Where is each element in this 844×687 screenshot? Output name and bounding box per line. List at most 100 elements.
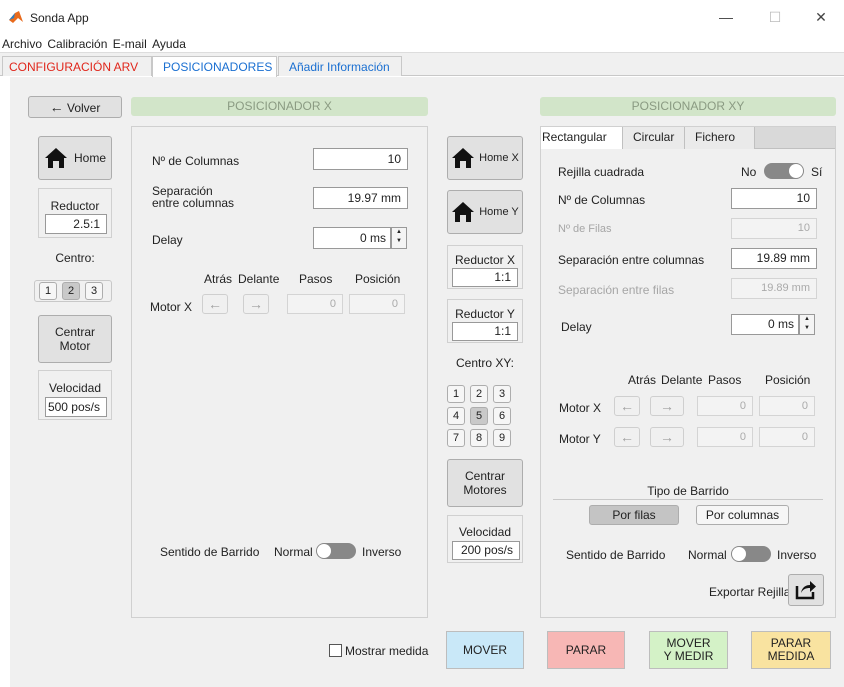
centro-xy-5-button[interactable]: 5 <box>470 407 488 425</box>
home-x-button[interactable]: Home X <box>447 136 523 180</box>
subtab-rectangular[interactable]: Rectangular <box>541 127 623 149</box>
reductor-y-input[interactable]: 1:1 <box>452 322 518 341</box>
home-icon <box>452 148 475 168</box>
mostrar-medida-checkbox[interactable] <box>329 644 342 657</box>
columnas-label: Nº de Columnas <box>152 154 240 168</box>
home-icon <box>44 148 67 168</box>
mover-button[interactable]: MOVER <box>446 631 524 669</box>
rejilla-toggle[interactable] <box>764 163 804 179</box>
inverso-label: Inverso <box>362 545 402 559</box>
xy-motor-y-posicion: 0 <box>759 427 815 447</box>
posicionador-xy-panel: Rectangular Circular Fichero Rejilla cua… <box>540 126 836 618</box>
xy-sentido-toggle[interactable] <box>731 546 771 562</box>
centro-xy-6-button[interactable]: 6 <box>493 407 511 425</box>
velocidad-input[interactable]: 500 pos/s <box>45 397 107 417</box>
reductor-x-input[interactable]: 1:1 <box>452 268 518 287</box>
xy-motor-y-forward-button[interactable]: → <box>650 427 684 447</box>
sep-filas-input: 19.89 mm <box>731 278 817 299</box>
centro-1-button[interactable]: 1 <box>39 282 57 300</box>
col-pasos: Pasos <box>299 272 333 286</box>
xy-col-posicion: Posición <box>765 373 811 387</box>
tab-configuracion-arv[interactable]: CONFIGURACIÓN ARV <box>2 56 152 76</box>
reductor-x-label: Reductor X <box>454 253 516 267</box>
maximize-button[interactable]: ☐ <box>752 6 798 28</box>
centro-xy-8-button[interactable]: 8 <box>470 429 488 447</box>
centrar-motores-button[interactable]: Centrar Motores <box>447 459 523 507</box>
motor-x-back-button[interactable]: ← <box>202 294 228 314</box>
motor-x-label: Motor X <box>150 300 193 314</box>
delay-input[interactable]: 0 ms <box>313 227 391 249</box>
por-filas-button[interactable]: Por filas <box>589 505 679 525</box>
xy-motor-y-label: Motor Y <box>559 432 601 446</box>
xy-motor-y-back-button[interactable]: ← <box>614 427 640 447</box>
reductor-input[interactable]: 2.5:1 <box>45 214 107 234</box>
columnas-input[interactable]: 10 <box>313 148 408 170</box>
subtab-circular[interactable]: Circular <box>623 127 685 149</box>
menu-email[interactable]: E-mail <box>111 35 147 53</box>
xy-delay-input[interactable]: 0 ms <box>731 314 799 335</box>
delay-spinner[interactable]: ▲ ▼ <box>391 227 407 249</box>
mostrar-medida-label: Mostrar medida <box>345 644 429 658</box>
rejilla-no-label: No <box>741 165 757 179</box>
centro-3-button[interactable]: 3 <box>85 282 103 300</box>
minimize-button[interactable]: — <box>703 6 749 28</box>
reductor-y-panel: Reductor Y 1:1 <box>447 299 523 343</box>
menu-calibracion[interactable]: Calibración <box>45 35 107 53</box>
xy-motor-y-pasos: 0 <box>697 427 753 447</box>
posicionador-xy-header: POSICIONADOR XY <box>540 97 836 116</box>
xy-col-pasos: Pasos <box>708 373 742 387</box>
subtab-fichero[interactable]: Fichero <box>685 127 755 149</box>
xy-motor-x-forward-button[interactable]: → <box>650 396 684 416</box>
centro-xy-3-button[interactable]: 3 <box>493 385 511 403</box>
sep-columnas-label: Separación entre columnas <box>558 253 705 267</box>
centro-xy-4-button[interactable]: 4 <box>447 407 465 425</box>
menu-bar: Archivo Calibración E-mail Ayuda <box>0 35 844 53</box>
reductor-panel: Reductor 2.5:1 <box>38 188 112 238</box>
menu-ayuda[interactable]: Ayuda <box>150 35 186 53</box>
centrar-motor-button[interactable]: Centrar Motor <box>38 315 112 363</box>
mover-medir-button[interactable]: MOVER Y MEDIR <box>649 631 728 669</box>
arrow-left-icon: ← <box>620 429 634 445</box>
home-y-button[interactable]: Home Y <box>447 190 523 234</box>
centro-xy-2-button[interactable]: 2 <box>470 385 488 403</box>
centro-xy-7-button[interactable]: 7 <box>447 429 465 447</box>
centro-xy-1-button[interactable]: 1 <box>447 385 465 403</box>
reductor-label: Reductor <box>50 199 100 213</box>
xy-columnas-input[interactable]: 10 <box>731 188 817 209</box>
velocidad-xy-input[interactable]: 200 pos/s <box>452 541 520 560</box>
rejilla-label: Rejilla cuadrada <box>558 165 645 179</box>
centro-2-button[interactable]: 2 <box>62 282 80 300</box>
motor-x-posicion: 0 <box>349 294 405 314</box>
parar-medida-button[interactable]: PARAR MEDIDA <box>751 631 831 669</box>
xy-normal-label: Normal <box>688 548 727 562</box>
sentido-toggle[interactable] <box>316 543 356 559</box>
motor-x-forward-button[interactable]: → <box>243 294 269 314</box>
tab-anadir-informacion[interactable]: Añadir Información <box>278 56 402 76</box>
por-columnas-button[interactable]: Por columnas <box>696 505 789 525</box>
velocidad-xy-label: Velocidad <box>458 525 512 539</box>
xy-motor-x-back-button[interactable]: ← <box>614 396 640 416</box>
col-atras: Atrás <box>204 272 233 286</box>
xy-motor-x-pasos: 0 <box>697 396 753 416</box>
exportar-button[interactable] <box>788 574 824 606</box>
centro-xy-9-button[interactable]: 9 <box>493 429 511 447</box>
posicionador-x-header: POSICIONADOR X <box>131 97 428 116</box>
delay-label: Delay <box>152 233 183 247</box>
velocidad-xy-panel: Velocidad 200 pos/s <box>447 515 523 563</box>
arrow-right-icon: → <box>660 398 674 414</box>
home-button[interactable]: Home <box>38 136 112 180</box>
centro-xy-grid: 1 2 3 4 5 6 7 8 9 <box>446 383 524 449</box>
parar-button[interactable]: PARAR <box>547 631 625 669</box>
back-button[interactable]: ← Volver <box>28 96 122 118</box>
tab-posicionadores[interactable]: POSICIONADORES <box>152 56 277 77</box>
xy-delay-label: Delay <box>561 320 592 334</box>
close-button[interactable]: ✕ <box>798 6 844 28</box>
exportar-label: Exportar Rejilla <box>709 585 791 599</box>
window-title: Sonda App <box>30 11 89 25</box>
arrow-left-icon: ← <box>49 99 64 115</box>
sep-columnas-input[interactable]: 19.89 mm <box>731 248 817 269</box>
xy-delay-spinner[interactable]: ▲ ▼ <box>799 314 815 335</box>
arrow-left-icon: ← <box>208 296 222 312</box>
menu-archivo[interactable]: Archivo <box>0 35 42 53</box>
separacion-input[interactable]: 19.97 mm <box>313 187 408 209</box>
